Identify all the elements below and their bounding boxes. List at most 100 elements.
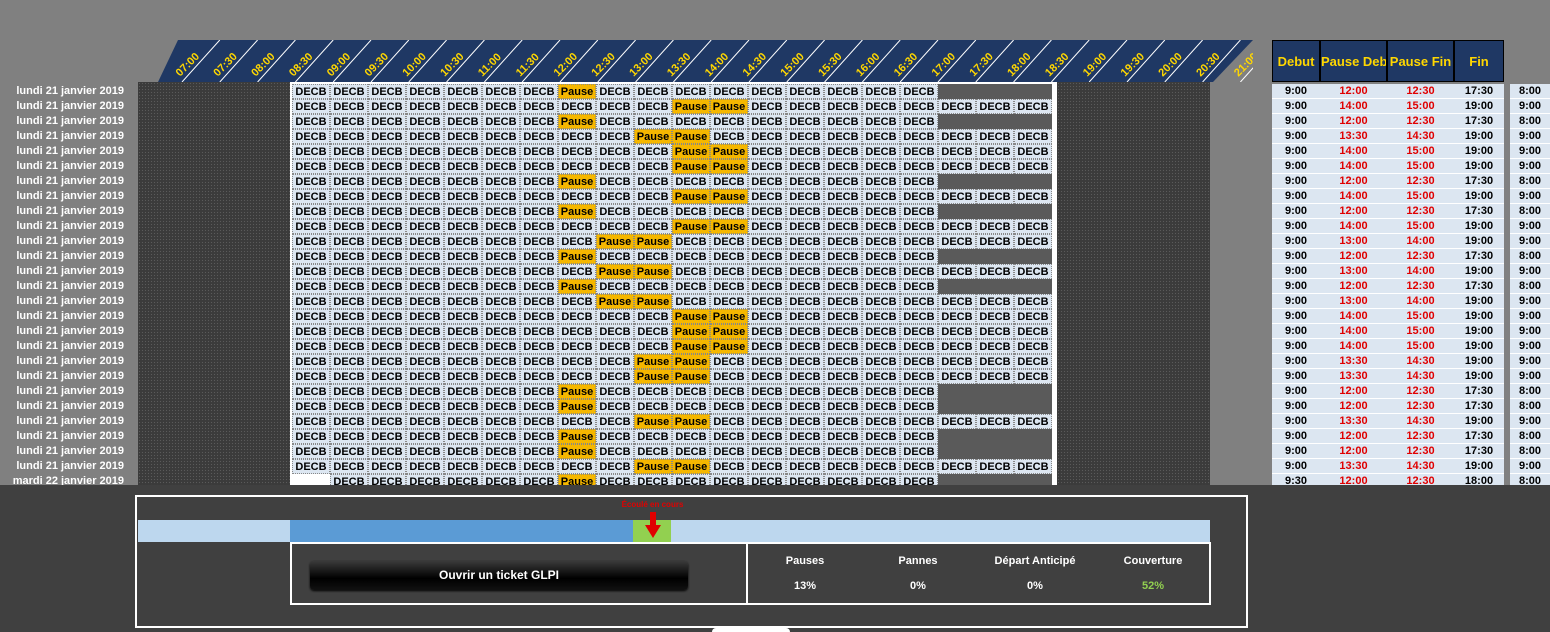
shift-cell[interactable] xyxy=(1014,84,1052,99)
shift-cell[interactable]: DECB xyxy=(292,264,330,279)
shift-cell[interactable]: DECB xyxy=(1014,414,1052,429)
shift-cell[interactable]: DECB xyxy=(292,99,330,114)
shift-cell[interactable]: DECB xyxy=(444,459,482,474)
shift-cell[interactable]: DECB xyxy=(482,354,520,369)
shift-cell[interactable]: DECB xyxy=(786,84,824,99)
summary-debut-cell[interactable]: 9:00 xyxy=(1272,444,1320,459)
shift-cell[interactable]: DECB xyxy=(824,339,862,354)
shift-cell[interactable]: DECB xyxy=(824,429,862,444)
shift-cell[interactable]: DECB xyxy=(444,219,482,234)
shift-cell[interactable]: DECB xyxy=(786,339,824,354)
shift-cell[interactable]: DECB xyxy=(1014,159,1052,174)
summary-pdeb-cell[interactable]: 14:00 xyxy=(1320,339,1387,354)
shift-cell[interactable]: DECB xyxy=(558,159,596,174)
shift-cell[interactable]: DECB xyxy=(862,144,900,159)
shift-cell[interactable]: DECB xyxy=(292,84,330,99)
shift-cell[interactable]: DECB xyxy=(368,84,406,99)
pause-cell[interactable]: Pause xyxy=(634,129,672,144)
shift-cell[interactable]: DECB xyxy=(824,249,862,264)
summary-extra-cell[interactable]: 9:00 xyxy=(1510,324,1550,339)
shift-cell[interactable]: DECB xyxy=(710,279,748,294)
shift-cell[interactable]: DECB xyxy=(900,399,938,414)
shift-cell[interactable]: DECB xyxy=(558,264,596,279)
shift-cell[interactable]: DECB xyxy=(292,159,330,174)
shift-cell[interactable]: DECB xyxy=(330,159,368,174)
shift-cell[interactable]: DECB xyxy=(1014,99,1052,114)
shift-cell[interactable]: DECB xyxy=(938,459,976,474)
shift-cell[interactable]: DECB xyxy=(710,249,748,264)
summary-pfin-cell[interactable]: 14:00 xyxy=(1387,264,1454,279)
summary-debut-cell[interactable]: 9:00 xyxy=(1272,249,1320,264)
shift-cell[interactable]: DECB xyxy=(292,249,330,264)
shift-cell[interactable]: DECB xyxy=(520,279,558,294)
summary-fin-cell[interactable]: 17:30 xyxy=(1454,399,1504,414)
shift-cell[interactable]: DECB xyxy=(634,324,672,339)
pause-cell[interactable]: Pause xyxy=(710,159,748,174)
shift-cell[interactable]: DECB xyxy=(976,294,1014,309)
summary-pfin-cell[interactable]: 12:30 xyxy=(1387,84,1454,99)
shift-cell[interactable]: DECB xyxy=(938,324,976,339)
shift-cell[interactable]: DECB xyxy=(368,189,406,204)
shift-cell[interactable]: DECB xyxy=(558,414,596,429)
shift-cell[interactable]: DECB xyxy=(862,204,900,219)
shift-cell[interactable] xyxy=(1014,249,1052,264)
shift-cell[interactable]: DECB xyxy=(672,84,710,99)
summary-extra-cell[interactable]: 8:00 xyxy=(1510,384,1550,399)
summary-fin-cell[interactable]: 19:00 xyxy=(1454,339,1504,354)
summary-pfin-cell[interactable]: 14:30 xyxy=(1387,414,1454,429)
summary-pfin-cell[interactable]: 15:00 xyxy=(1387,189,1454,204)
pause-cell[interactable]: Pause xyxy=(672,99,710,114)
shift-cell[interactable]: DECB xyxy=(482,159,520,174)
shift-cell[interactable]: DECB xyxy=(368,429,406,444)
shift-cell[interactable]: DECB xyxy=(368,324,406,339)
summary-debut-cell[interactable]: 9:00 xyxy=(1272,174,1320,189)
shift-cell[interactable]: DECB xyxy=(368,99,406,114)
shift-cell[interactable]: DECB xyxy=(824,414,862,429)
pause-cell[interactable]: Pause xyxy=(672,189,710,204)
summary-fin-cell[interactable]: 19:00 xyxy=(1454,294,1504,309)
summary-fin-cell[interactable]: 19:00 xyxy=(1454,459,1504,474)
pause-cell[interactable]: Pause xyxy=(672,414,710,429)
shift-cell[interactable]: DECB xyxy=(520,114,558,129)
shift-cell[interactable] xyxy=(1014,429,1052,444)
shift-cell[interactable]: DECB xyxy=(444,174,482,189)
summary-pfin-cell[interactable]: 15:00 xyxy=(1387,144,1454,159)
shift-cell[interactable]: DECB xyxy=(862,114,900,129)
pause-cell[interactable]: Pause xyxy=(558,174,596,189)
shift-cell[interactable]: DECB xyxy=(444,354,482,369)
shift-cell[interactable]: DECB xyxy=(330,129,368,144)
summary-pdeb-cell[interactable]: 12:00 xyxy=(1320,429,1387,444)
shift-cell[interactable]: DECB xyxy=(710,204,748,219)
shift-cell[interactable]: DECB xyxy=(976,324,1014,339)
summary-pdeb-cell[interactable]: 12:00 xyxy=(1320,384,1387,399)
shift-cell[interactable] xyxy=(938,444,976,459)
summary-pfin-cell[interactable]: 14:00 xyxy=(1387,234,1454,249)
shift-cell[interactable]: DECB xyxy=(596,144,634,159)
shift-cell[interactable]: DECB xyxy=(786,264,824,279)
shift-cell[interactable]: DECB xyxy=(406,144,444,159)
shift-cell[interactable]: DECB xyxy=(1014,324,1052,339)
shift-cell[interactable]: DECB xyxy=(634,99,672,114)
shift-cell[interactable]: DECB xyxy=(520,219,558,234)
shift-cell[interactable]: DECB xyxy=(786,234,824,249)
shift-cell[interactable]: DECB xyxy=(292,219,330,234)
shift-cell[interactable]: DECB xyxy=(368,129,406,144)
shift-cell[interactable]: DECB xyxy=(368,309,406,324)
shift-cell[interactable]: DECB xyxy=(748,459,786,474)
summary-fin-cell[interactable]: 19:00 xyxy=(1454,234,1504,249)
shift-cell[interactable]: DECB xyxy=(596,114,634,129)
shift-cell[interactable]: DECB xyxy=(596,159,634,174)
pause-cell[interactable]: Pause xyxy=(710,309,748,324)
shift-cell[interactable] xyxy=(1014,174,1052,189)
shift-cell[interactable]: DECB xyxy=(596,444,634,459)
shift-cell[interactable]: DECB xyxy=(748,384,786,399)
shift-cell[interactable]: DECB xyxy=(976,459,1014,474)
summary-extra-cell[interactable]: 8:00 xyxy=(1510,444,1550,459)
shift-cell[interactable]: DECB xyxy=(710,129,748,144)
shift-cell[interactable]: DECB xyxy=(368,294,406,309)
shift-cell[interactable]: DECB xyxy=(710,459,748,474)
shift-cell[interactable]: DECB xyxy=(824,309,862,324)
shift-cell[interactable]: DECB xyxy=(482,264,520,279)
summary-fin-cell[interactable]: 17:30 xyxy=(1454,429,1504,444)
shift-cell[interactable]: DECB xyxy=(862,384,900,399)
